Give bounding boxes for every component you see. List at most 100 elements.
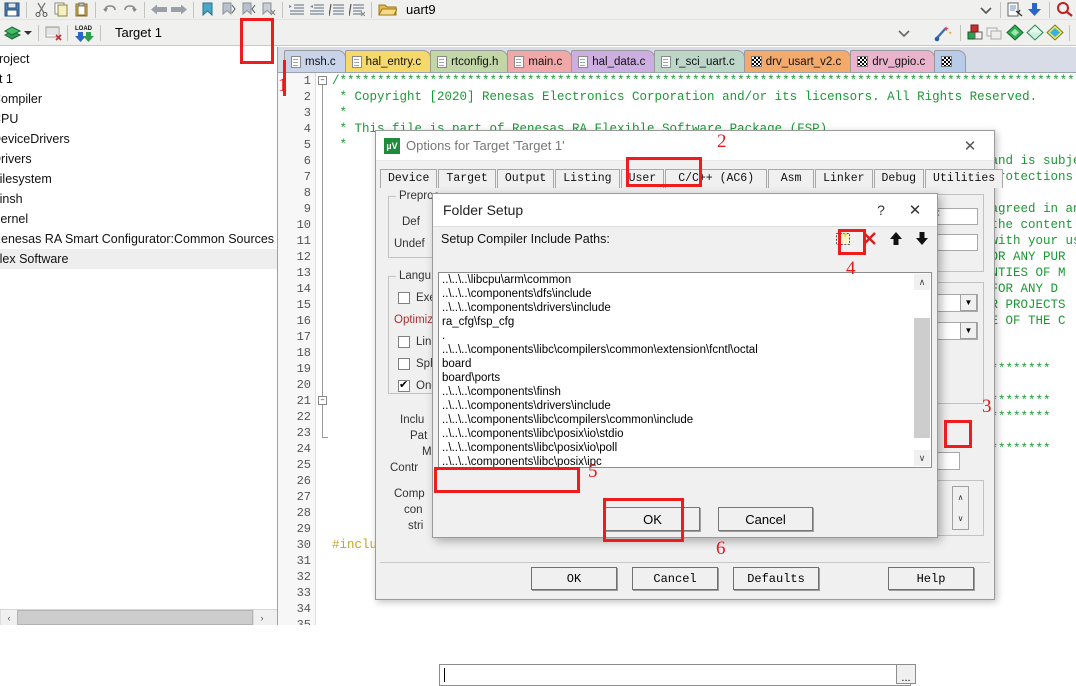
tab-listing[interactable]: Listing — [555, 169, 620, 188]
path-list-item[interactable]: . — [439, 329, 931, 343]
find-icon[interactable] — [1054, 1, 1074, 19]
rebuild-icon[interactable] — [43, 24, 63, 42]
fold-collapse-icon[interactable]: – — [318, 396, 327, 405]
manage-components-icon[interactable] — [965, 24, 985, 42]
folder-ok-button[interactable]: OK — [605, 507, 700, 531]
bookmark-prev-icon[interactable] — [238, 1, 258, 19]
tree-item-project[interactable]: project — [0, 49, 277, 69]
folder-setup-dialog[interactable]: Folder Setup ? ✕ Setup Compiler Include … — [432, 193, 938, 686]
path-list-item[interactable]: ..\..\..\components\drivers\include — [439, 399, 931, 413]
options-cancel-button[interactable]: Cancel — [632, 567, 718, 590]
path-list-item[interactable]: board — [439, 357, 931, 371]
build-dropdown-icon[interactable] — [22, 24, 34, 42]
tree-item-cpu[interactable]: CPU — [0, 109, 277, 129]
control-string-scrollbar[interactable]: ∧ ∨ — [952, 486, 969, 530]
tab-debug[interactable]: Debug — [873, 169, 925, 188]
editor-tab-bar[interactable]: msh.c hal_entry.c rtconfig.h main.c hal_… — [278, 47, 1076, 73]
scroll-thumb[interactable] — [914, 318, 930, 438]
scroll-up-icon[interactable]: ∧ — [914, 274, 930, 290]
multi-project-icon[interactable] — [985, 24, 1005, 42]
copy-icon[interactable] — [51, 1, 71, 19]
include-paths-list[interactable]: ..\..\..\libcpu\arm\common ..\..\..\comp… — [438, 272, 932, 468]
path-list-item[interactable]: ..\..\..\components\libc\compilers\commo… — [439, 413, 931, 427]
path-list-item[interactable]: ..\..\..\components\dfs\include — [439, 287, 931, 301]
open-project-icon[interactable] — [376, 1, 398, 19]
chevron-down-icon[interactable]: ▼ — [960, 322, 977, 339]
configuration-wizard-icon[interactable] — [1005, 24, 1025, 42]
tab-drv-usart-v2-c[interactable]: drv_usart_v2.c — [743, 50, 852, 72]
close-icon[interactable]: ✕ — [950, 137, 990, 155]
scroll-left-icon[interactable]: ‹ — [0, 610, 17, 625]
scroll-up-icon[interactable]: ∧ — [953, 487, 968, 508]
options-defaults-button[interactable]: Defaults — [733, 567, 819, 590]
target-dropdown-icon[interactable] — [894, 24, 914, 42]
fold-collapse-icon[interactable]: – — [318, 76, 327, 85]
tree-item-renesas-common-sources[interactable]: Renesas RA Smart Configurator:Common Sou… — [0, 229, 277, 249]
pack-installer-icon[interactable] — [1045, 24, 1065, 42]
tree-item-drivers[interactable]: Drivers — [0, 149, 277, 169]
tree-item-compiler[interactable]: Compiler — [0, 89, 277, 109]
cut-icon[interactable] — [31, 1, 51, 19]
target-options-magic-icon[interactable] — [930, 24, 956, 42]
help-icon[interactable]: ? — [865, 202, 897, 218]
path-list-item[interactable]: ..\..\..\libcpu\arm\common — [439, 273, 931, 287]
link-time-opt-checkbox[interactable] — [398, 336, 410, 348]
tree-item-finsh[interactable]: Finsh — [0, 189, 277, 209]
download-icon[interactable] — [1025, 1, 1045, 19]
build-icon[interactable] — [2, 24, 22, 42]
path-list-item[interactable]: ..\..\..\components\libc\posix\ipc — [439, 455, 931, 467]
tree-item-filesystem[interactable]: Filesystem — [0, 169, 277, 189]
path-list-item[interactable]: ..\..\..\components\libc\posix\io\poll — [439, 441, 931, 455]
tab-msh-c[interactable]: msh.c — [284, 50, 346, 72]
scroll-down-icon[interactable]: ∨ — [953, 508, 968, 529]
tab-user[interactable]: User — [620, 169, 665, 188]
redo-icon[interactable] — [120, 1, 140, 19]
tab-hal-entry-c[interactable]: hal_entry.c — [344, 50, 432, 72]
paths-vertical-scrollbar[interactable]: ∧ ∨ — [914, 274, 930, 466]
uncomment-icon[interactable] — [347, 1, 367, 19]
tab-cpp-ac6[interactable]: C/C++ (AC6) — [665, 169, 768, 188]
chevron-down-icon[interactable]: ▼ — [960, 294, 977, 311]
target-options-icon[interactable] — [1005, 1, 1025, 19]
tree-item-kernel[interactable]: Kernel — [0, 209, 277, 229]
tab-utilities[interactable]: Utilities — [925, 169, 1004, 188]
project-tree[interactable]: project et 1 Compiler CPU DeviceDrivers … — [0, 47, 277, 269]
indent-icon[interactable] — [287, 1, 307, 19]
sidebar-horizontal-scrollbar[interactable]: ‹ › — [0, 609, 277, 625]
tab-drv-gpio-c[interactable]: drv_gpio.c — [850, 50, 936, 72]
project-tree-panel[interactable]: project et 1 Compiler CPU DeviceDrivers … — [0, 47, 278, 625]
execute-only-checkbox[interactable] — [398, 292, 410, 304]
comment-icon[interactable] — [327, 1, 347, 19]
path-list-item[interactable]: ..\..\..\components\libc\posix\io\stdio — [439, 427, 931, 441]
split-sections-checkbox[interactable] — [398, 358, 410, 370]
undo-icon[interactable] — [100, 1, 120, 19]
load-icon[interactable]: LOAD — [72, 24, 96, 42]
path-list-item[interactable]: ..\..\..\components\libc\compilers\commo… — [439, 343, 931, 357]
scroll-down-icon[interactable]: ∨ — [914, 450, 930, 466]
tab-main-c[interactable]: main.c — [507, 50, 573, 72]
scroll-thumb[interactable] — [17, 610, 253, 625]
options-tab-strip[interactable]: Device Target Output Listing User C/C++ … — [380, 166, 1004, 188]
tab-overflow[interactable] — [934, 50, 967, 72]
back-icon[interactable] — [149, 1, 169, 19]
tree-item-flex-software[interactable]: Flex Software — [0, 249, 277, 269]
path-list-item[interactable]: ..\..\..\components\drivers\include — [439, 301, 931, 315]
packs-icon[interactable] — [1025, 24, 1045, 42]
tree-item-target[interactable]: et 1 — [0, 69, 277, 89]
folder-cancel-button[interactable]: Cancel — [718, 507, 813, 531]
outdent-icon[interactable] — [307, 1, 327, 19]
tab-target[interactable]: Target — [438, 169, 496, 188]
forward-icon[interactable] — [169, 1, 189, 19]
move-down-icon[interactable] — [912, 229, 931, 248]
scroll-right-icon[interactable]: › — [253, 610, 270, 625]
move-up-icon[interactable] — [886, 229, 905, 248]
new-path-icon[interactable] — [834, 229, 853, 248]
path-list-item[interactable]: board\ports — [439, 371, 931, 385]
bookmark-clear-icon[interactable] — [258, 1, 278, 19]
path-input-field[interactable] — [439, 664, 911, 686]
code-fold-rail[interactable]: – – — [316, 73, 330, 625]
path-list-item[interactable]: ra_cfg\fsp_cfg — [439, 315, 931, 329]
tab-output[interactable]: Output — [496, 169, 555, 188]
close-icon[interactable]: ✕ — [897, 201, 933, 219]
options-help-button[interactable]: Help — [888, 567, 974, 590]
